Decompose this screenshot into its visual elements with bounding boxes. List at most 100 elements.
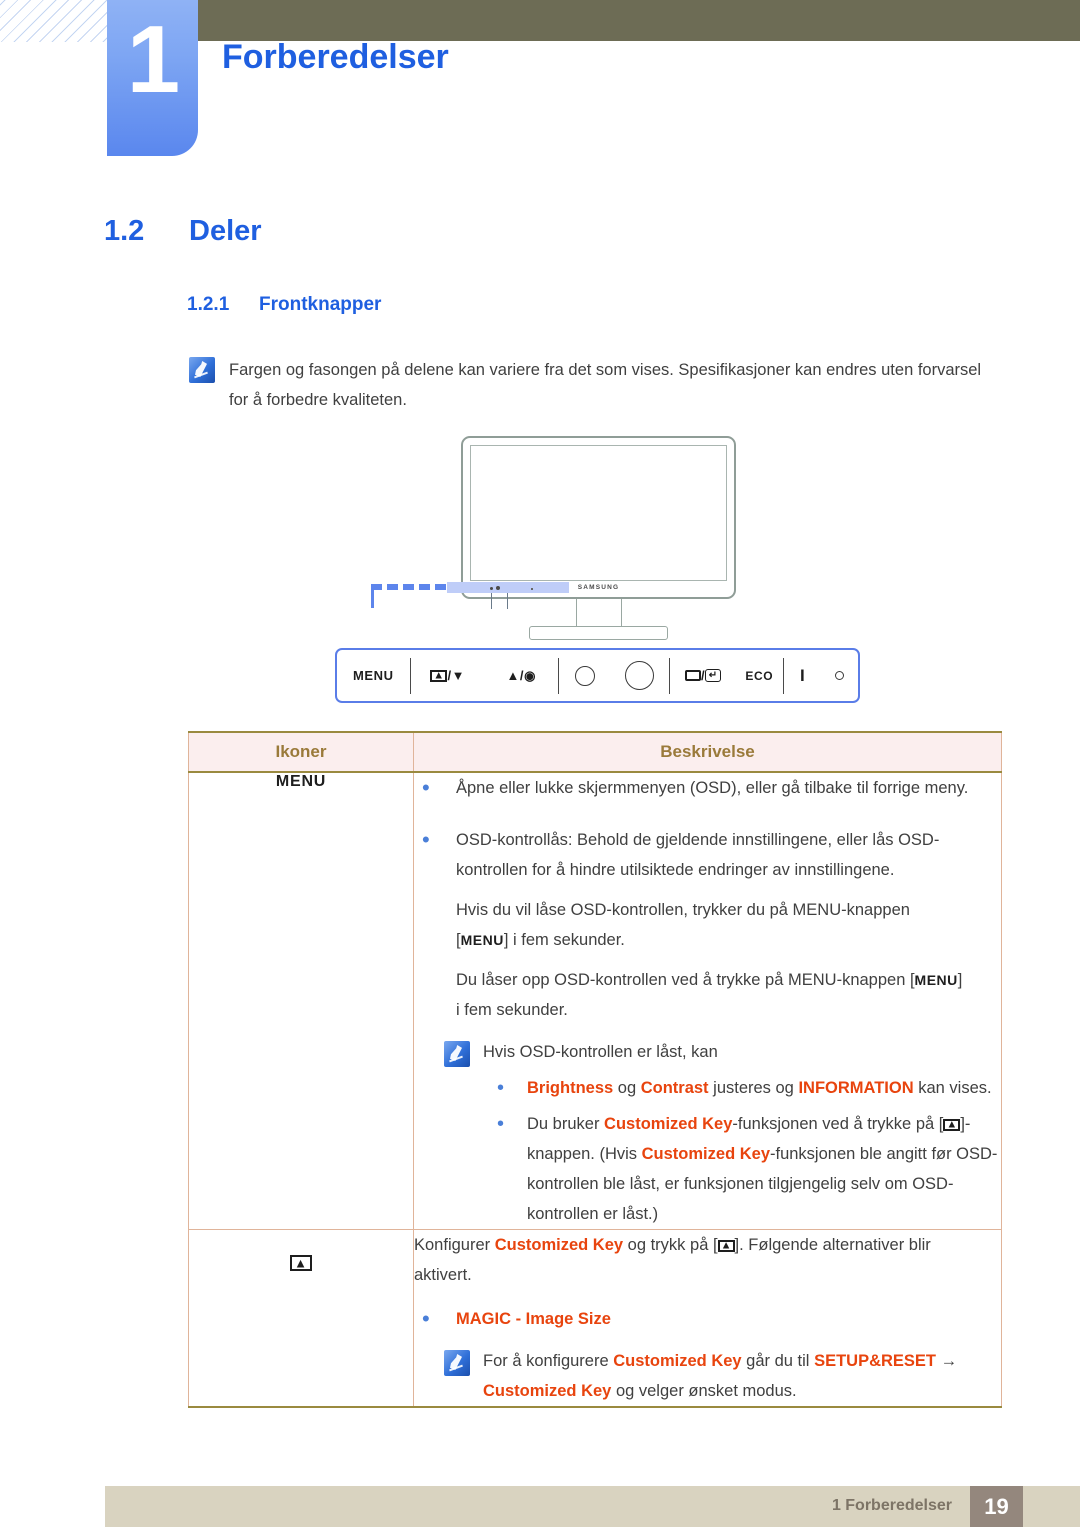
bullet-dot: • [422,827,430,852]
chapter-tab: 1 [107,0,198,156]
menu-button[interactable]: MENU [337,650,410,701]
phrase-knappen-hvis: knappen. (Hvis [527,1145,642,1163]
configure-line-1: Konfigurer Customized Key og trykk på [▲… [414,1230,1001,1260]
bullet-dot: • [422,1306,430,1331]
circle-large-icon [625,661,655,690]
term-customized-key: Customized Key [494,1236,624,1254]
customized-key-down-label: /▼ [447,668,466,683]
up-enter-button[interactable]: ▲/◉ [485,650,558,701]
customized-key-icon: ▲ [717,1239,735,1252]
paragraph-unlock-instruction: Du låser opp OSD-kontrollen ved å trykke… [414,965,1001,1025]
phrase-justeres: justeres og [708,1079,799,1097]
term-brightness: Brightness [527,1079,614,1097]
callout-line-left [371,590,374,608]
hatch-decoration [0,0,108,42]
bullet-text: Åpne eller lukke skjermmenyen (OSD), ell… [456,779,969,797]
chapter-number: 1 [126,6,180,113]
option-magic-image-size: MAGIC - Image Size [456,1310,611,1328]
term-contrast: Contrast [640,1079,709,1097]
term-customized-key: Customized Key [613,1352,742,1370]
phrase-for-a-konfigurere: For å konfigurere [483,1352,614,1370]
footer-chapter-label: 1 Forberedelser [831,1497,952,1514]
header-olive-bar [197,0,1080,41]
bullet-text: OSD-kontrollås: Behold de gjeldende inns… [456,831,940,879]
term-customized-key: Customized Key [641,1145,770,1163]
customized-key-down-button[interactable]: ▲/▼ [411,650,485,701]
callout-line-mid-1 [491,593,492,609]
bezel-indicator-dot-1 [490,587,493,590]
power-led-icon [835,671,845,680]
up-enter-label: ▲/ [506,668,525,683]
large-circle-button[interactable] [610,650,669,701]
monitor-screen [470,445,727,581]
lock-instruction-line-2: [MENU] i fem sekunder. [456,925,1001,955]
phrase-gar-du-til: går du til [741,1352,815,1370]
bullet-dot: • [422,775,430,800]
conjunction-og: og [613,1079,641,1097]
setup-note-line-2: Customized Key og velger ønsket modus. [483,1376,1001,1406]
phrase-kan-vises: kan vises. [913,1079,992,1097]
table-header-row: Ikoner Beskrivelse [188,731,1002,773]
list-item: • OSD-kontrollås: Behold de gjeldende in… [414,825,1001,885]
row-customized-key-description-cell: Konfigurer Customized Key og trykk på [▲… [413,1229,1002,1408]
top-note-text: Fargen og fasongen på delene kan variere… [229,355,981,415]
subsection-title: Frontknapper [259,294,382,315]
configure-line-2: aktivert. [414,1266,472,1284]
header-description: Beskrivelse [413,731,1002,773]
customized-key-line-1: Du bruker Customized Key-funksjonen ved … [527,1109,1001,1139]
circle-small-icon [574,665,595,686]
inner-note-body: Hvis OSD-kontrollen er låst, kan • Brigh… [483,1037,1001,1229]
power-button[interactable]: Ι [784,650,822,701]
list-item: • Du bruker Customized Key-funksjonen ve… [483,1109,1001,1229]
enter-icon: ↵ [705,669,722,682]
subsection-heading: 1.2.1 Frontknapper [187,294,381,316]
phrase-konfigurer: Konfigurer [414,1236,495,1254]
arrow-icon: → [936,1352,958,1370]
menu-key-glyph: MENU [460,932,504,948]
menu-key-glyph: MENU [914,972,958,988]
unlock-instruction-line-2: i fem sekunder. [456,1001,568,1019]
top-note-line-1: Fargen og fasongen på delene kan variere… [229,361,982,379]
small-circle-button[interactable] [559,650,611,701]
bezel-highlight [447,582,569,593]
phrase-angitt: -funksjonen ble angitt før OSD- [770,1145,998,1163]
inner-note-body: For å konfigurere Customized Key går du … [483,1346,1001,1406]
callout-line-mid-2 [507,593,508,609]
customized-key-line-2: knappen. (Hvis Customized Key-funksjonen… [527,1139,1001,1169]
customized-key-line-4: kontrollen er låst.) [527,1205,659,1223]
table-row: ▲ Konfigurer Customized Key og trykk på … [188,1229,1002,1408]
paragraph-lock-instruction: Hvis du vil låse OSD-kontrollen, trykker… [414,895,1001,955]
term-customized-key: Customized Key [604,1115,733,1133]
note-pen-icon [444,1041,470,1067]
phrase-funksjonen: -funksjonen ved å trykke på [ [732,1115,944,1133]
list-item: • Åpne eller lukke skjermmenyen (OSD), e… [414,773,1001,803]
source-rect-icon [685,670,701,681]
eco-button[interactable]: ECO [736,650,783,701]
monitor-stand-base [529,626,668,640]
phrase-alternativer: ]. Følgende alternativer blir [734,1236,931,1254]
header-icons: Ikoner [188,731,414,773]
source-enter-button[interactable]: / ↵ [670,650,736,701]
term-setup-reset: SETUP&RESET [814,1352,936,1370]
page-number-badge: 19 [970,1486,1023,1527]
customized-key-icon: ▲ [290,1254,312,1271]
bullet-text: Brightness og Contrast justeres og INFOR… [527,1073,1001,1103]
phrase-velger-modus: og velger ønsket modus. [611,1382,797,1400]
section-title: Deler [189,215,262,247]
power-icon: Ι [800,665,806,685]
lock-instruction-line-1: Hvis du vil låse OSD-kontrollen, trykker… [456,901,910,919]
term-customized-key: Customized Key [483,1382,612,1400]
bezel-dashed-highlight [371,584,447,590]
bracket-close-text: ] i fem sekunder. [503,931,625,949]
list-item: • Brightness og Contrast justeres og INF… [483,1073,1001,1103]
note-pen-icon [444,1350,470,1376]
setup-note-line-1: For å konfigurere Customized Key går du … [483,1346,1001,1376]
table-row: MENU • Åpne eller lukke skjermmenyen (OS… [188,771,1002,1230]
bracket-close-text: ]- [960,1115,971,1133]
note-pen-icon [189,357,215,383]
configure-paragraph: Konfigurer Customized Key og trykk på [▲… [414,1230,1001,1290]
button-description-table: Ikoner Beskrivelse MENU • Åpne eller luk… [188,731,1002,1408]
list-item: • MAGIC - Image Size [414,1304,1001,1334]
power-indicator [822,650,858,701]
row-menu-description-cell: • Åpne eller lukke skjermmenyen (OSD), e… [413,771,1002,1230]
